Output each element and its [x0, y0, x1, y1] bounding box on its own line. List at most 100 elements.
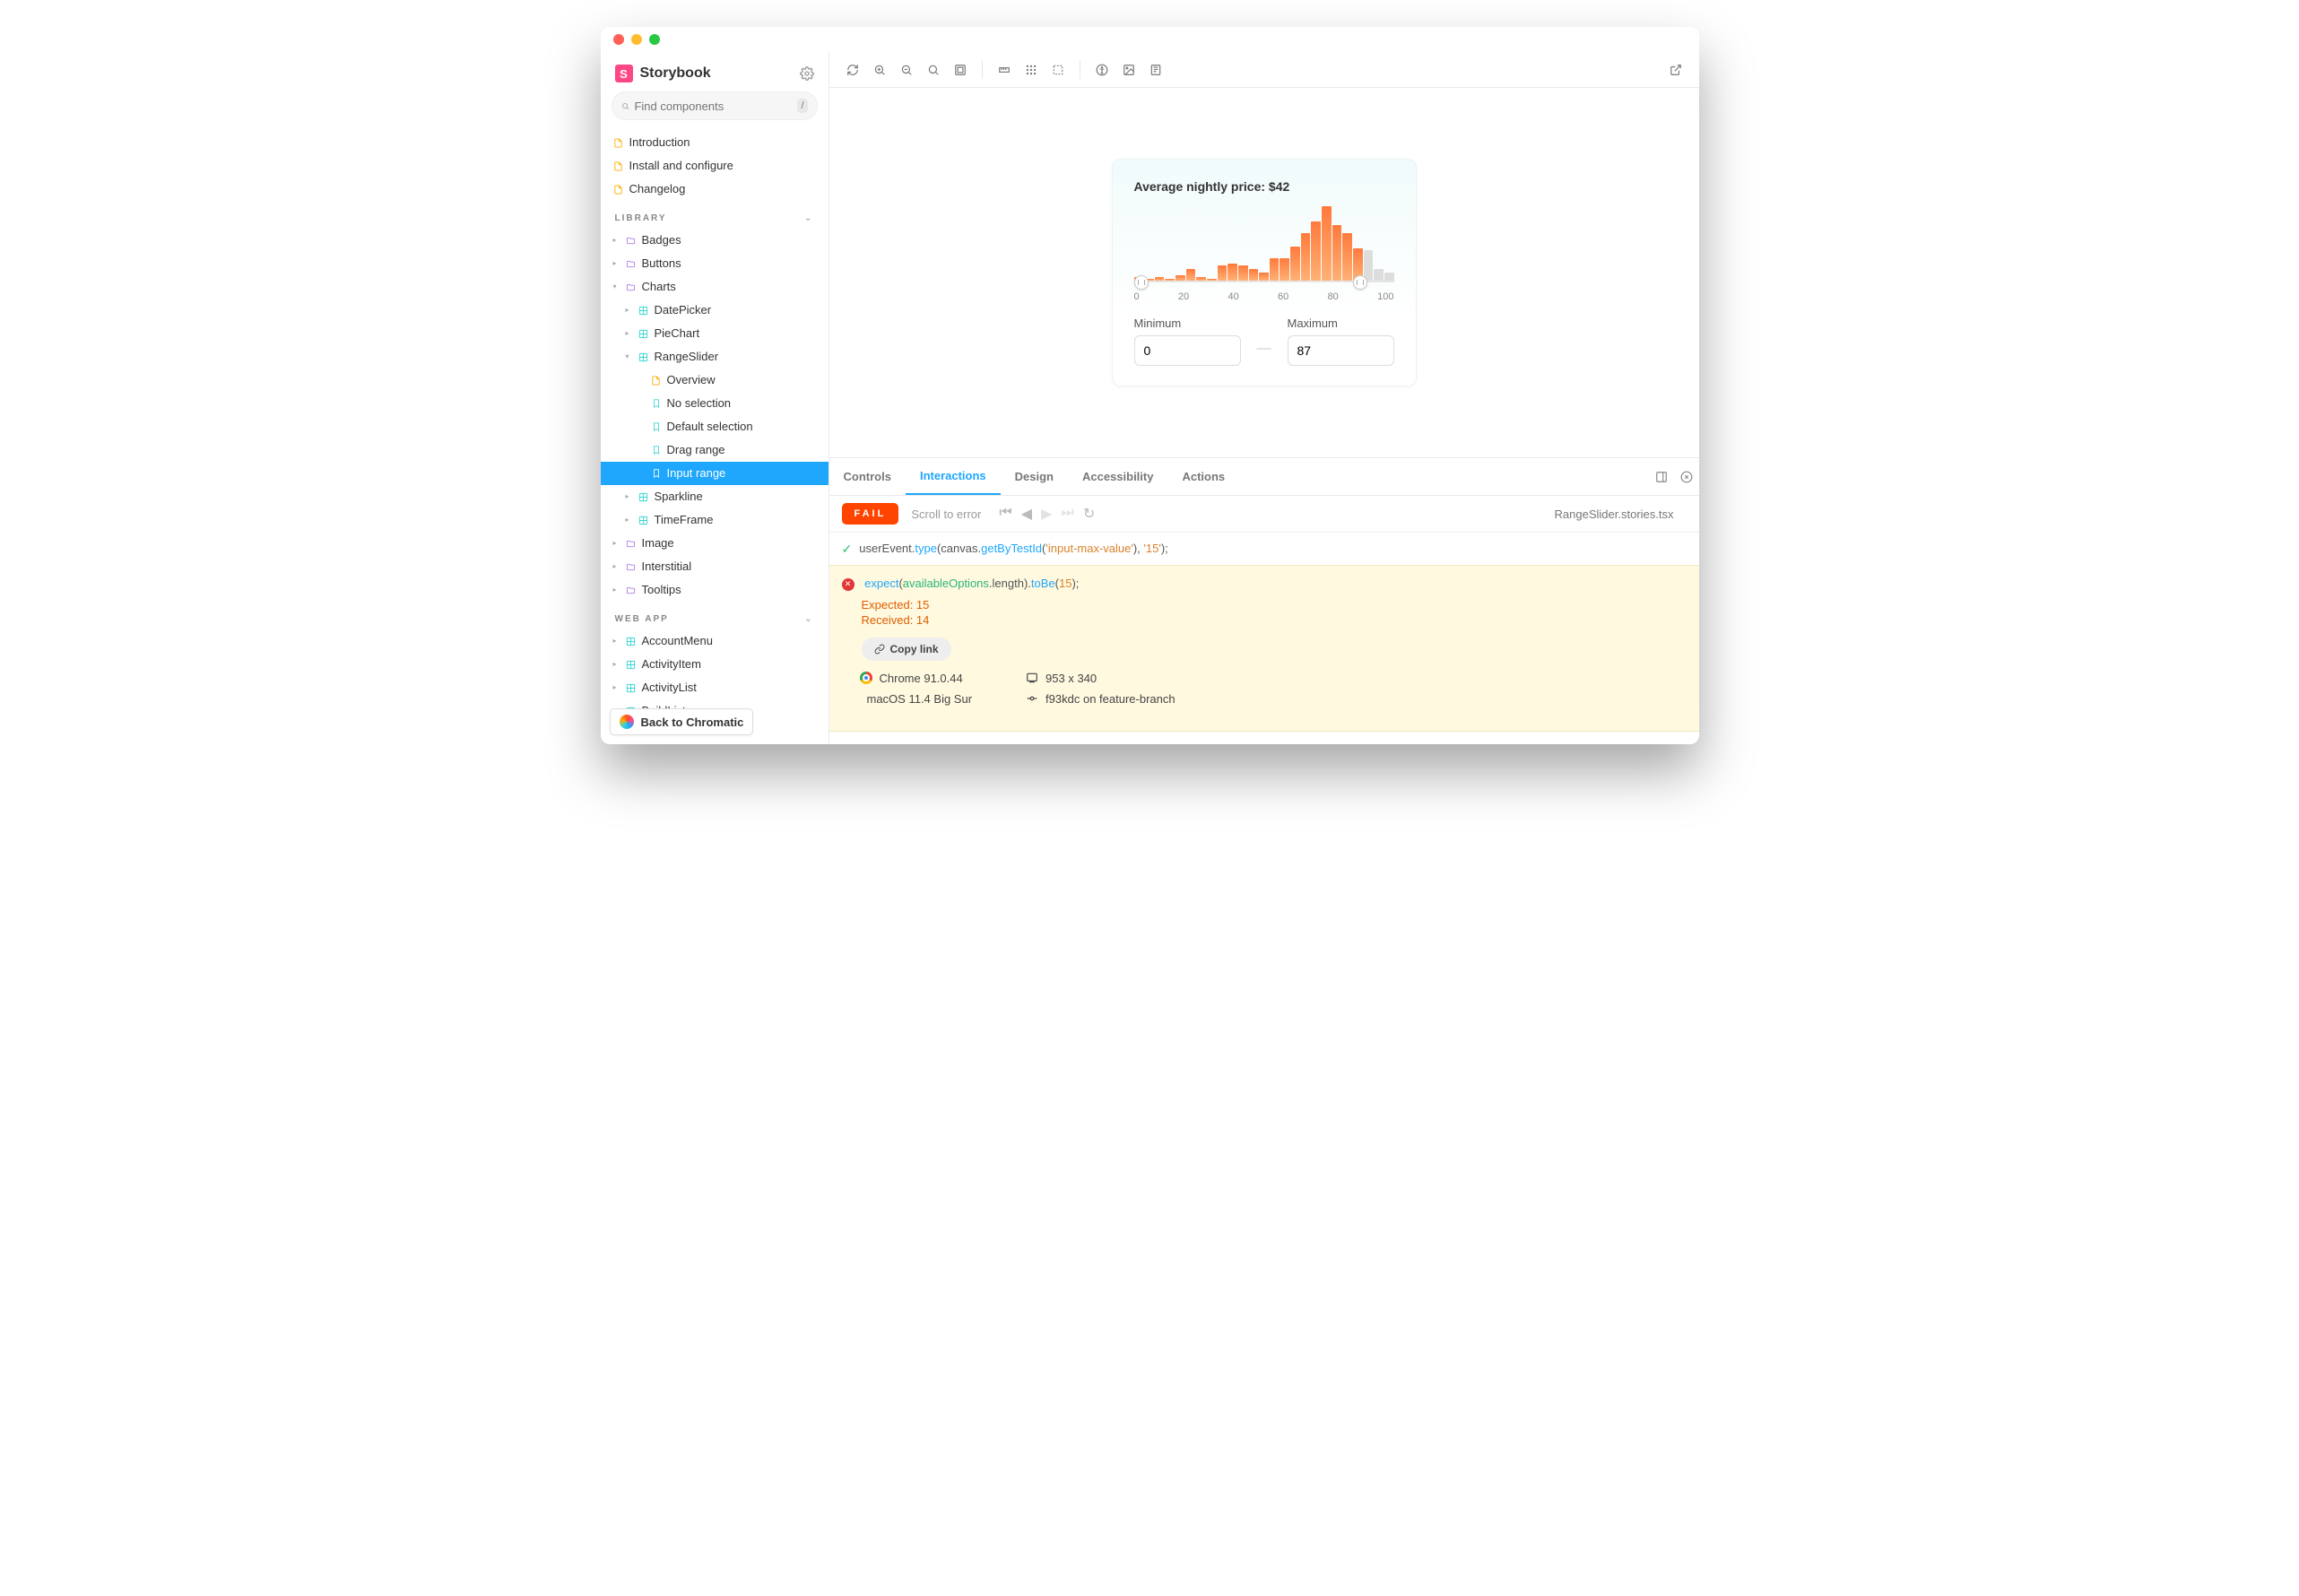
panel-orientation-button[interactable] [1649, 471, 1674, 483]
sidebar-item[interactable]: ▸ActivityList [601, 676, 829, 699]
collapse-icon: ⌄ [804, 213, 813, 223]
panel-close-button[interactable] [1674, 471, 1699, 483]
document-icon [613, 184, 624, 195]
sidebar-item-label: Badges [642, 231, 681, 249]
image-button[interactable] [1118, 59, 1140, 81]
sidebar-item[interactable]: Overview [601, 369, 829, 392]
sidebar-tree: Introduction Install and configure Changel… [601, 131, 829, 744]
sidebar-doc-item[interactable]: Install and configure [601, 154, 829, 178]
sidebar-item-label: Image [642, 534, 674, 552]
image-icon [1123, 64, 1135, 76]
step-back-button[interactable]: ◀ [1021, 505, 1032, 523]
log-entry-pass: ✓ userEvent.type(canvas.getByTestId('inp… [829, 533, 1699, 565]
rewind-button[interactable]: ⏮ [999, 505, 1011, 523]
sidebar-item[interactable]: ▸PieChart [601, 322, 829, 345]
back-to-chromatic-button[interactable]: Back to Chromatic [610, 708, 754, 735]
settings-button[interactable] [800, 66, 814, 81]
ruler-icon [998, 64, 1011, 76]
story-icon [651, 421, 662, 432]
sidebar-item[interactable]: ▸Interstitial [601, 555, 829, 578]
slider-handle-min[interactable] [1134, 275, 1149, 290]
viewport-button[interactable] [950, 59, 971, 81]
grid-icon [1025, 64, 1037, 76]
doc-icon [651, 375, 662, 386]
sidebar-item[interactable]: Input range [601, 462, 829, 485]
playback-controls: ⏮ ◀ ▶ ⏭ ↻ [999, 505, 1095, 523]
log-code: expect(availableOptions.length).toBe(15)… [864, 577, 1079, 590]
sidebar-item-label: Install and configure [629, 157, 733, 175]
sidebar-item[interactable]: ▸Buttons [601, 252, 829, 275]
open-external-button[interactable] [1665, 59, 1687, 81]
sidebar-item-label: Drag range [667, 441, 725, 459]
window-zoom-button[interactable] [649, 34, 660, 45]
component-icon [638, 491, 649, 502]
sidebar-section-header[interactable]: WEB APP⌄ [601, 602, 829, 629]
sidebar-section-header[interactable]: LIBRARY⌄ [601, 201, 829, 229]
histogram-bar [1259, 273, 1269, 281]
fail-badge: FAIL [842, 503, 899, 525]
folder-icon [626, 282, 637, 292]
addon-tab[interactable]: Actions [1167, 459, 1239, 494]
sidebar-item[interactable]: Drag range [601, 438, 829, 462]
addon-tab[interactable]: Interactions [906, 458, 1001, 495]
zoom-in-button[interactable] [869, 59, 890, 81]
histogram-bar [1196, 277, 1206, 281]
grid-button[interactable] [1020, 59, 1042, 81]
addon-tab[interactable]: Controls [829, 459, 906, 494]
sidebar-item[interactable]: ▾Charts [601, 275, 829, 299]
rerun-button[interactable]: ↻ [1083, 505, 1095, 523]
tick-label: 100 [1377, 291, 1393, 302]
sidebar-item[interactable]: ▸Sparkline [601, 485, 829, 508]
viewport-size: 953 x 340 [1045, 672, 1097, 685]
sidebar-item[interactable]: ▸TimeFrame [601, 508, 829, 532]
step-forward-button[interactable]: ▶ [1041, 505, 1052, 523]
sidebar-item[interactable]: ▸Tooltips [601, 578, 829, 602]
sidebar-item[interactable]: ▾RangeSlider [601, 345, 829, 369]
fast-forward-button[interactable]: ⏭ [1061, 505, 1073, 523]
tick-label: 40 [1228, 291, 1238, 302]
sidebar-item-label: Input range [667, 464, 726, 482]
sidebar-item[interactable]: ▸AccountMenu [601, 629, 829, 653]
zoom-reset-button[interactable] [923, 59, 944, 81]
copy-link-button[interactable]: Copy link [862, 638, 951, 661]
sidebar-item[interactable]: ▸ActivityItem [601, 653, 829, 676]
window-minimize-button[interactable] [631, 34, 642, 45]
measure-button[interactable] [993, 59, 1015, 81]
sidebar-item[interactable]: ▸DatePicker [601, 299, 829, 322]
sidebar-item[interactable]: No selection [601, 392, 829, 415]
sidebar-item[interactable]: ▸Badges [601, 229, 829, 252]
histogram-bar [1207, 279, 1217, 281]
docs-button[interactable] [1145, 59, 1167, 81]
caret-icon: ▸ [613, 255, 620, 273]
sidebar-doc-item[interactable]: Changelog [601, 178, 829, 201]
accessibility-icon [1096, 64, 1108, 76]
sidebar-item-label: PieChart [655, 325, 700, 343]
addon-tab[interactable]: Accessibility [1068, 459, 1168, 494]
zoom-out-button[interactable] [896, 59, 917, 81]
sidebar-item[interactable]: Default selection [601, 415, 829, 438]
histogram-bar [1270, 258, 1280, 281]
addon-tab[interactable]: Design [1001, 459, 1068, 494]
min-input[interactable] [1134, 335, 1241, 366]
component-icon [638, 515, 649, 525]
story-filename: RangeSlider.stories.tsx [1555, 507, 1687, 521]
outline-button[interactable] [1047, 59, 1069, 81]
window-close-button[interactable] [613, 34, 624, 45]
search-input-wrapper[interactable]: / [612, 91, 818, 120]
sidebar-item[interactable]: ▸Image [601, 532, 829, 555]
log-code: userEvent.type(canvas.getByTestId('input… [859, 542, 1168, 555]
sidebar-doc-item[interactable]: Introduction [601, 131, 829, 154]
histogram-bar [1176, 275, 1185, 281]
max-input[interactable] [1288, 335, 1394, 366]
gear-icon [800, 66, 814, 81]
log-entry-fail: ✕ expect(availableOptions.length).toBe(1… [829, 565, 1699, 732]
slider-handle-max[interactable] [1353, 275, 1367, 290]
search-input[interactable] [634, 100, 792, 113]
histogram-bar [1301, 233, 1311, 281]
sync-button[interactable] [842, 59, 863, 81]
histogram-bar [1364, 250, 1374, 281]
document-icon [613, 160, 624, 171]
scroll-to-error-button[interactable]: Scroll to error [911, 507, 981, 521]
accessibility-button[interactable] [1091, 59, 1113, 81]
component-icon [626, 682, 637, 693]
